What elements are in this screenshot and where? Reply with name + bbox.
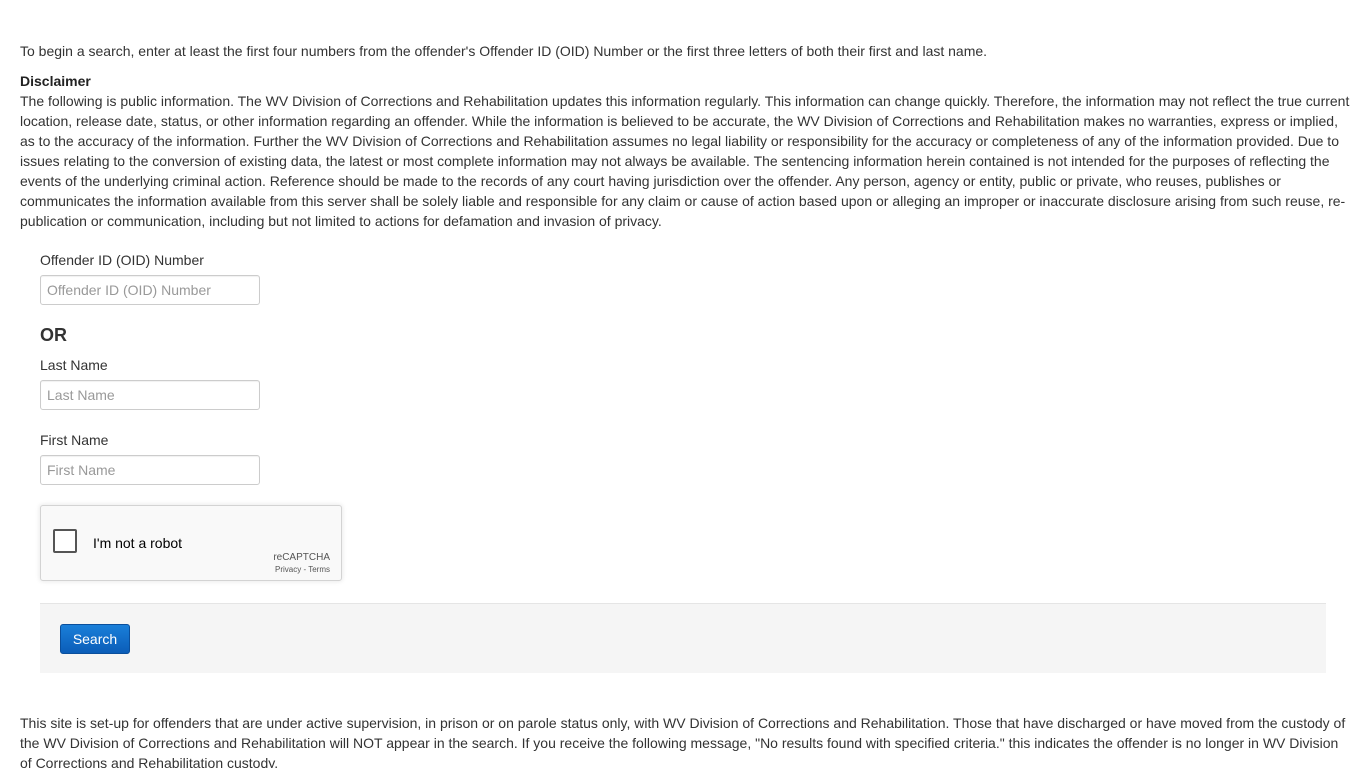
last-name-input[interactable] [40,380,260,410]
disclaimer-heading: Disclaimer [20,73,91,89]
or-separator: OR [40,325,67,345]
recaptcha-checkbox[interactable] [53,529,77,553]
search-button[interactable]: Search [60,624,130,654]
first-name-label: First Name [40,432,109,448]
disclaimer-text: The following is public information. The… [20,93,1350,229]
recaptcha-privacy-link[interactable]: Privacy [275,565,301,574]
recaptcha-links: Privacy - Terms [275,565,330,575]
recaptcha-brand: reCAPTCHA [273,552,330,563]
first-name-input[interactable] [40,455,260,485]
recaptcha-terms-link[interactable]: Terms [308,565,330,574]
oid-input[interactable] [40,275,260,305]
last-name-label: Last Name [40,357,108,373]
recaptcha-label: I'm not a robot [93,535,183,551]
oid-label: Offender ID (OID) Number [40,252,204,268]
custody-notice: This site is set-up for offenders that a… [20,715,1346,768]
search-instructions: To begin a search, enter at least the fi… [20,43,988,59]
recaptcha-widget: I'm not a robot reCAPTCHA Privacy - Term… [40,505,342,581]
form-actions-bar: Search [40,603,1326,673]
